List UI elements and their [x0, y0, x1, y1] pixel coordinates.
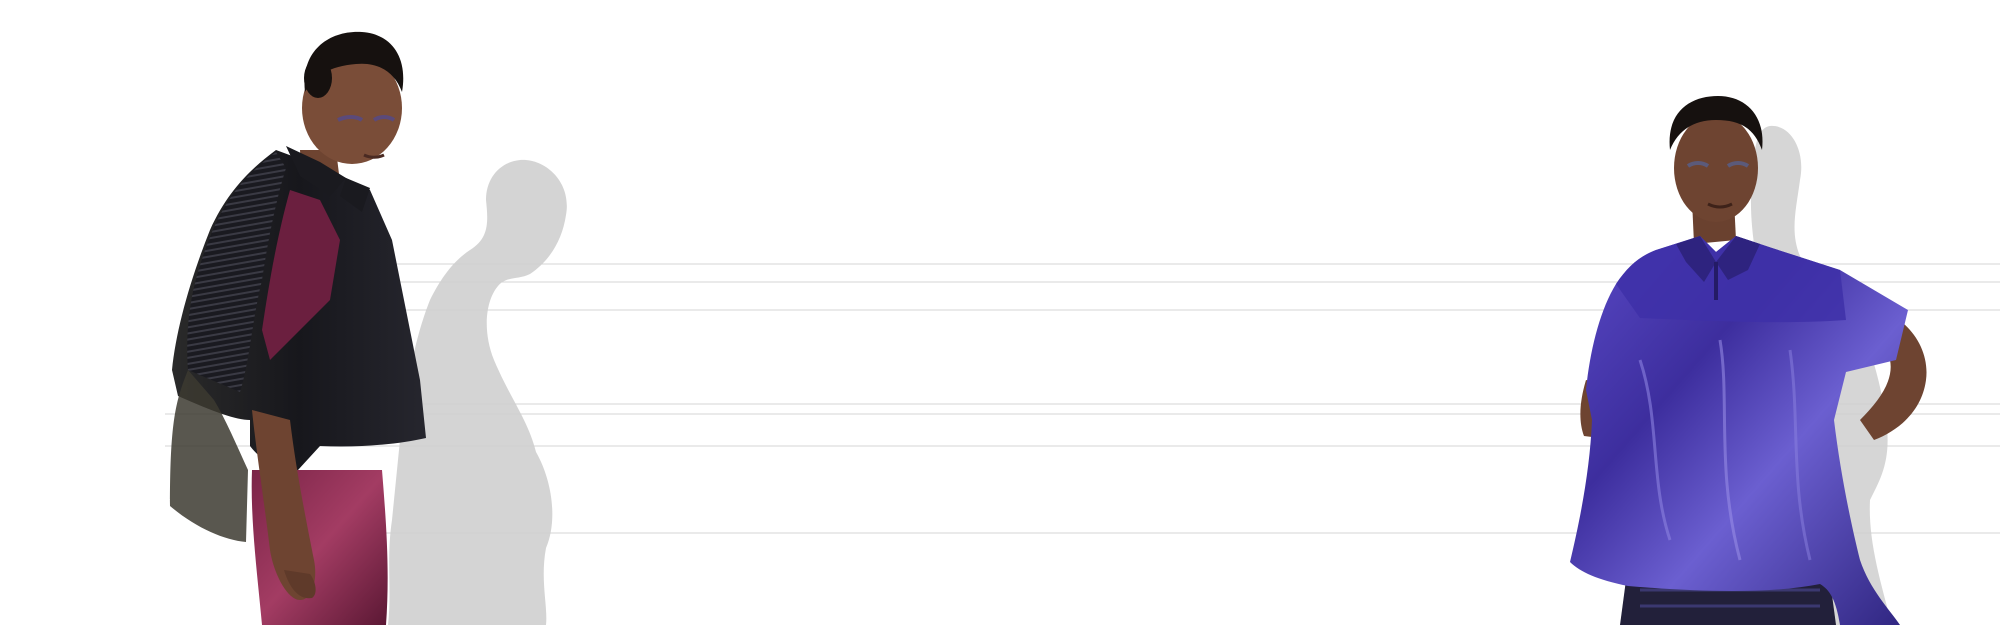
right-model [1570, 96, 1927, 625]
left-model [170, 31, 426, 625]
photo-canvas [0, 0, 2000, 625]
fashion-photo [165, 31, 2000, 625]
